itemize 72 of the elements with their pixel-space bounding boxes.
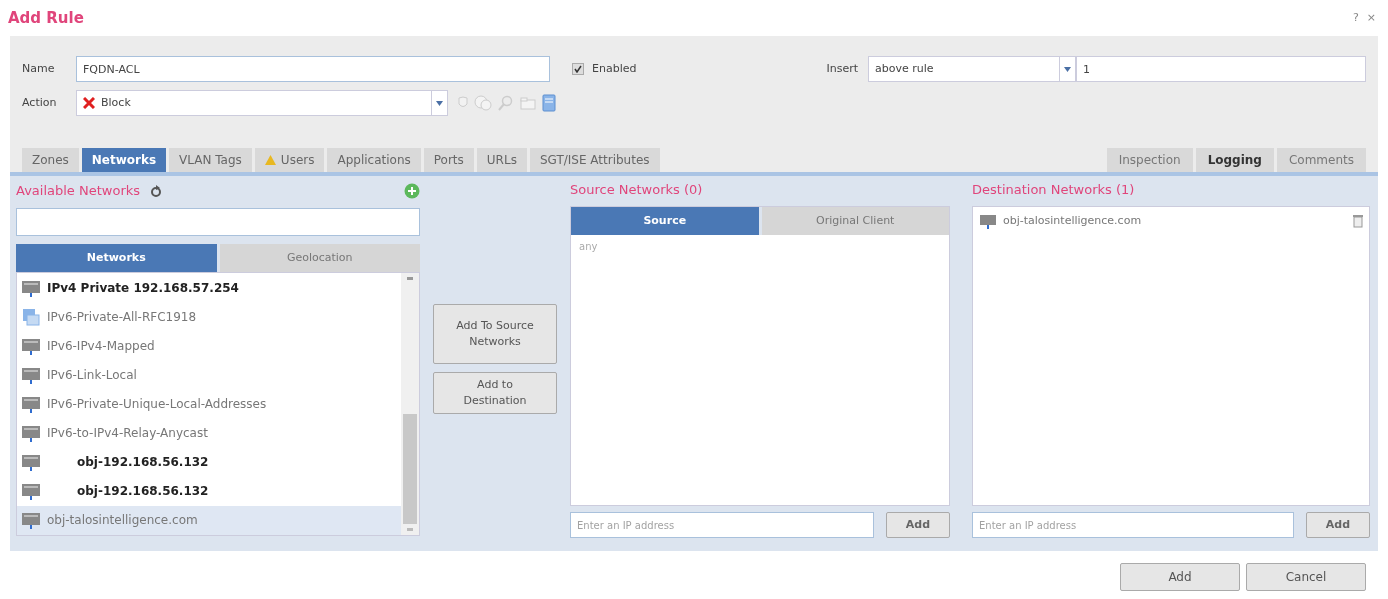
add-button[interactable]: Add	[1306, 512, 1370, 538]
network-icon	[21, 395, 41, 413]
tab[interactable]: URLs	[476, 148, 527, 172]
add-button[interactable]: Add	[886, 512, 950, 538]
tab[interactable]: Comments	[1276, 148, 1366, 172]
folder-icon[interactable]	[520, 96, 536, 110]
field-label: Action	[22, 94, 58, 111]
network-icon	[21, 453, 41, 472]
list-item[interactable]: obj-192.168.56.132	[17, 476, 401, 506]
tab[interactable]: Ports	[423, 148, 474, 172]
add-button[interactable]: Add to Destination	[433, 372, 557, 414]
section-title: Available Networks	[16, 182, 141, 201]
list-item: any	[578, 240, 599, 254]
action-select[interactable]: Block	[76, 90, 448, 116]
scrollbar[interactable]	[401, 273, 419, 535]
network-icon	[21, 278, 41, 297]
caret-icon	[436, 100, 443, 106]
help-button[interactable]: ?	[1352, 9, 1359, 27]
field-label: Name	[22, 60, 56, 77]
list-item[interactable]: IPv6-to-IPv4-Relay-Anycast	[17, 418, 401, 448]
enabled-checkbox[interactable]	[572, 63, 584, 75]
insert-select[interactable]: above rule	[868, 56, 1076, 82]
tab[interactable]: Logging	[1195, 148, 1274, 172]
group-icon	[21, 306, 41, 327]
trash-icon[interactable]	[1353, 214, 1363, 228]
list-item[interactable]: IPv4 Private 192.168.57.254	[17, 273, 401, 303]
network-icon	[21, 511, 41, 530]
magnifier-icon[interactable]	[498, 95, 514, 111]
search-field[interactable]	[16, 208, 420, 236]
shield-icon[interactable]	[458, 96, 468, 110]
close-button[interactable]: ×	[1366, 9, 1376, 27]
tab[interactable]: Networks	[16, 244, 217, 272]
checkbox-label: Enabled	[592, 60, 637, 77]
network-icon	[21, 365, 41, 384]
tab[interactable]: Applications	[327, 148, 421, 172]
circles-icon[interactable]	[474, 95, 492, 111]
list-item[interactable]: IPv6-IPv4-Mapped	[17, 331, 401, 361]
tab[interactable]: Users	[254, 148, 325, 172]
tab[interactable]: Inspection	[1106, 148, 1193, 172]
tab[interactable]: Geolocation	[219, 244, 420, 272]
section-title: Destination Networks (1)	[972, 181, 1136, 199]
ip-address-field[interactable]: Enter an IP address	[972, 512, 1294, 538]
document-icon[interactable]	[542, 94, 556, 112]
tab[interactable]: Networks	[81, 148, 167, 172]
dialog-button[interactable]: Add	[1120, 563, 1240, 591]
network-icon	[21, 424, 41, 443]
list-item[interactable]: IPv6-Private-Unique-Local-Addresses	[17, 389, 401, 419]
dialog-button[interactable]: Cancel	[1246, 563, 1366, 591]
name-field[interactable]: FQDN-ACL	[76, 56, 550, 82]
network-icon	[21, 336, 41, 355]
tab[interactable]: Zones	[22, 148, 79, 172]
list-item: obj-talosintelligence.com	[1003, 212, 1142, 229]
field-label: Insert	[826, 60, 858, 77]
caret-icon	[1064, 66, 1071, 72]
add-icon[interactable]	[404, 183, 420, 199]
block-icon	[83, 97, 95, 109]
list-item[interactable]: IPv6-Link-Local	[17, 360, 401, 390]
rule-number-field[interactable]: 1	[1076, 56, 1366, 82]
list-item[interactable]: obj-talosintelligence.com	[17, 505, 401, 535]
tab[interactable]: VLAN Tags	[169, 148, 252, 172]
ip-address-field[interactable]: Enter an IP address	[570, 512, 874, 538]
window-title: Add Rule	[8, 7, 84, 29]
network-icon	[21, 482, 41, 501]
add-button[interactable]: Add To Source Networks	[433, 304, 557, 364]
tab[interactable]: Original Client	[761, 207, 949, 235]
tab[interactable]: Source	[571, 207, 759, 235]
refresh-icon[interactable]	[150, 185, 163, 197]
list-item[interactable]: IPv6-Private-All-RFC1918	[17, 302, 401, 332]
list-item[interactable]: obj-192.168.56.132	[17, 447, 401, 477]
tab[interactable]: SGT/ISE Attributes	[529, 148, 660, 172]
network-icon	[979, 213, 997, 229]
section-title: Source Networks (0)	[570, 181, 704, 199]
